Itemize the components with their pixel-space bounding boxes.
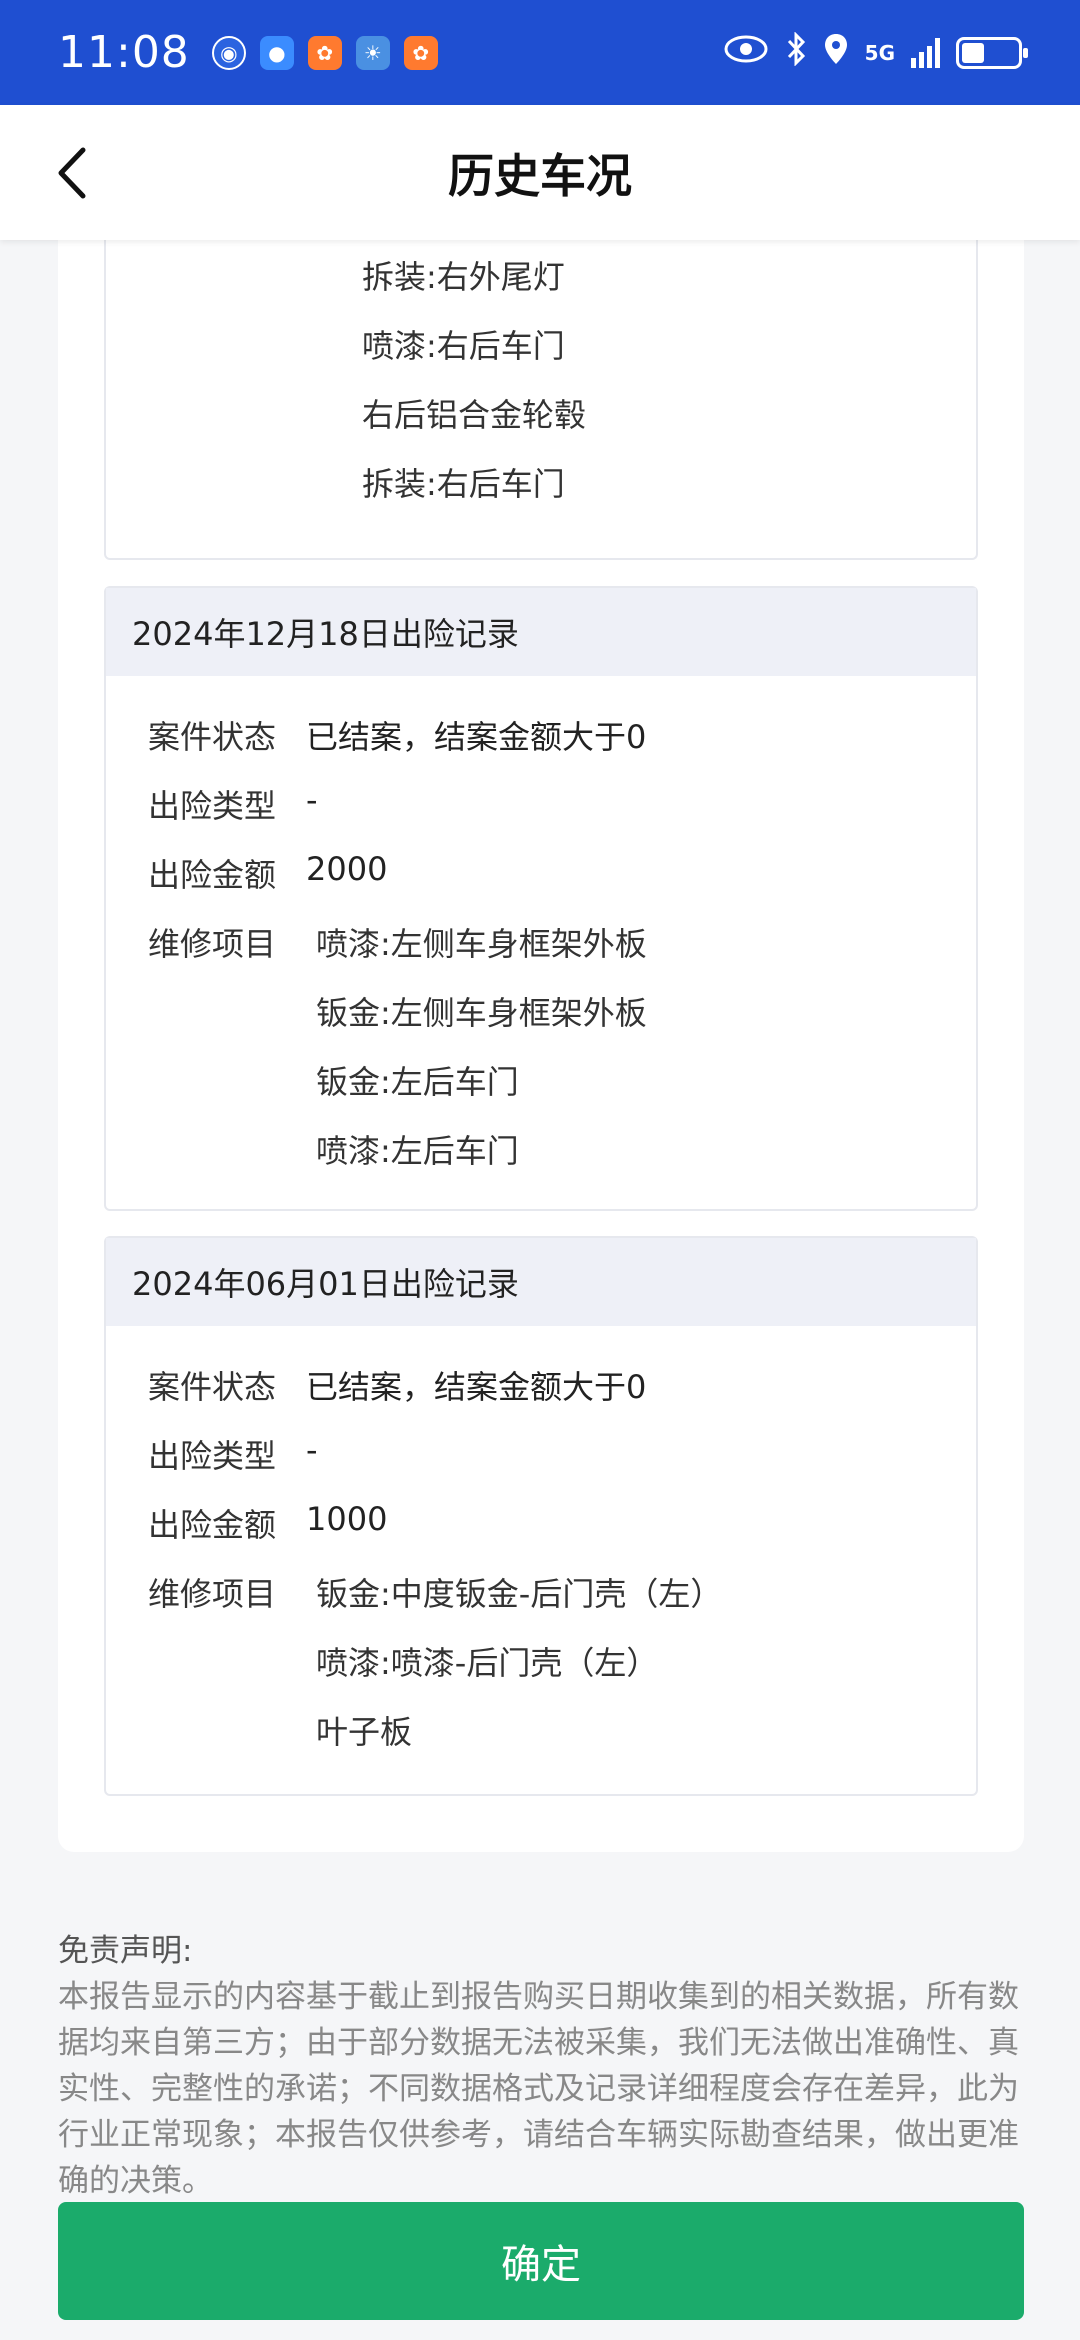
- repair-label: 维修项目: [148, 925, 277, 963]
- record-header: 2024年06月01日出险记录: [106, 1238, 976, 1326]
- signal-icon: [911, 37, 940, 68]
- insurance-record-card: 2024年06月01日出险记录 案件状态 已结案，结案金额大于0 出险类型 - …: [104, 1236, 978, 1796]
- insurance-record-card: 拆装:右外尾灯 喷漆:右后车门 右后铝合金轮毂 拆装:右后车门: [104, 220, 978, 560]
- status-time: 11:08: [58, 27, 190, 78]
- status-row: 案件状态 已结案，结案金额大于0: [106, 712, 646, 758]
- status-row: 案件状态 已结案，结案金额大于0: [106, 1362, 646, 1408]
- back-button[interactable]: [40, 141, 104, 205]
- eye-icon: [723, 34, 769, 72]
- amount-row: 出险金额 1000: [106, 1500, 387, 1546]
- message-notification-icon: ●: [259, 35, 294, 70]
- repair-item: 钣金:左后车门: [316, 1063, 519, 1101]
- repair-item: 叶子板: [316, 1713, 413, 1751]
- amount-value: 2000: [306, 850, 388, 888]
- repair-row: 维修项目: [106, 1569, 296, 1615]
- bluetooth-icon: [785, 30, 807, 74]
- status-label: 案件状态: [148, 718, 277, 756]
- status-value: 已结案，结案金额大于0: [306, 718, 647, 756]
- repair-item: 拆装:右后车门: [362, 465, 565, 503]
- insurance-record-card: 2024年12月18日出险记录 案件状态 已结案，结案金额大于0 出险类型 - …: [104, 586, 978, 1211]
- page-title: 历史车况: [448, 148, 632, 203]
- repair-item: 钣金:中度钣金-后门壳（左）: [316, 1575, 723, 1613]
- status-indicators: 5G: [723, 30, 1028, 74]
- amount-row: 出险金额 2000: [106, 850, 387, 896]
- type-value: -: [306, 1431, 318, 1469]
- type-value: -: [306, 781, 318, 819]
- repair-item: 右后铝合金轮毂: [362, 396, 587, 434]
- repair-item: 喷漆:右后车门: [362, 327, 565, 365]
- repair-item: 拆装:右外尾灯: [362, 258, 565, 296]
- type-row: 出险类型 -: [106, 1431, 318, 1477]
- nav-bar: 历史车况: [0, 105, 1080, 240]
- status-value: 已结案，结案金额大于0: [306, 1368, 647, 1406]
- type-label: 出险类型: [148, 787, 277, 825]
- status-bar: 11:08 ◉ ● ✿ ☀ ✿ 5G: [0, 0, 1080, 105]
- app-notification-icon: ✿: [403, 35, 438, 70]
- app-notification-icon: ✿: [307, 35, 342, 70]
- type-label: 出险类型: [148, 1437, 277, 1475]
- disclaimer-title: 免责声明:: [58, 1933, 193, 1969]
- repair-item: 喷漆:喷漆-后门壳（左）: [316, 1644, 659, 1682]
- confirm-button[interactable]: 确定: [58, 2202, 1024, 2320]
- network-label: 5G: [864, 40, 895, 65]
- history-panel: 拆装:右外尾灯 喷漆:右后车门 右后铝合金轮毂 拆装:右后车门 2024年12月…: [58, 220, 1024, 1852]
- weather-notification-icon: ☀: [355, 35, 390, 70]
- repair-item: 喷漆:左后车门: [316, 1132, 519, 1170]
- repair-item: 钣金:左侧车身框架外板: [316, 994, 647, 1032]
- repair-item: 喷漆:左侧车身框架外板: [316, 925, 647, 963]
- disclaimer-text: 本报告显示的内容基于截止到报告购买日期收集到的相关数据，所有数据均来自第三方；由…: [58, 1979, 1019, 2199]
- repair-label: 维修项目: [148, 1575, 277, 1613]
- amount-label: 出险金额: [148, 1506, 277, 1544]
- type-row: 出险类型 -: [106, 781, 318, 827]
- repair-row: 维修项目: [106, 919, 296, 965]
- status-label: 案件状态: [148, 1368, 277, 1406]
- amount-label: 出险金额: [148, 856, 277, 894]
- battery-icon: [956, 36, 1028, 69]
- notification-icons: ◉ ● ✿ ☀ ✿: [211, 35, 438, 70]
- record-header: 2024年12月18日出险记录: [106, 588, 976, 676]
- location-icon: [823, 32, 849, 74]
- app-notification-icon: ◉: [211, 35, 246, 70]
- amount-value: 1000: [306, 1500, 388, 1538]
- chevron-left-icon: [58, 147, 86, 199]
